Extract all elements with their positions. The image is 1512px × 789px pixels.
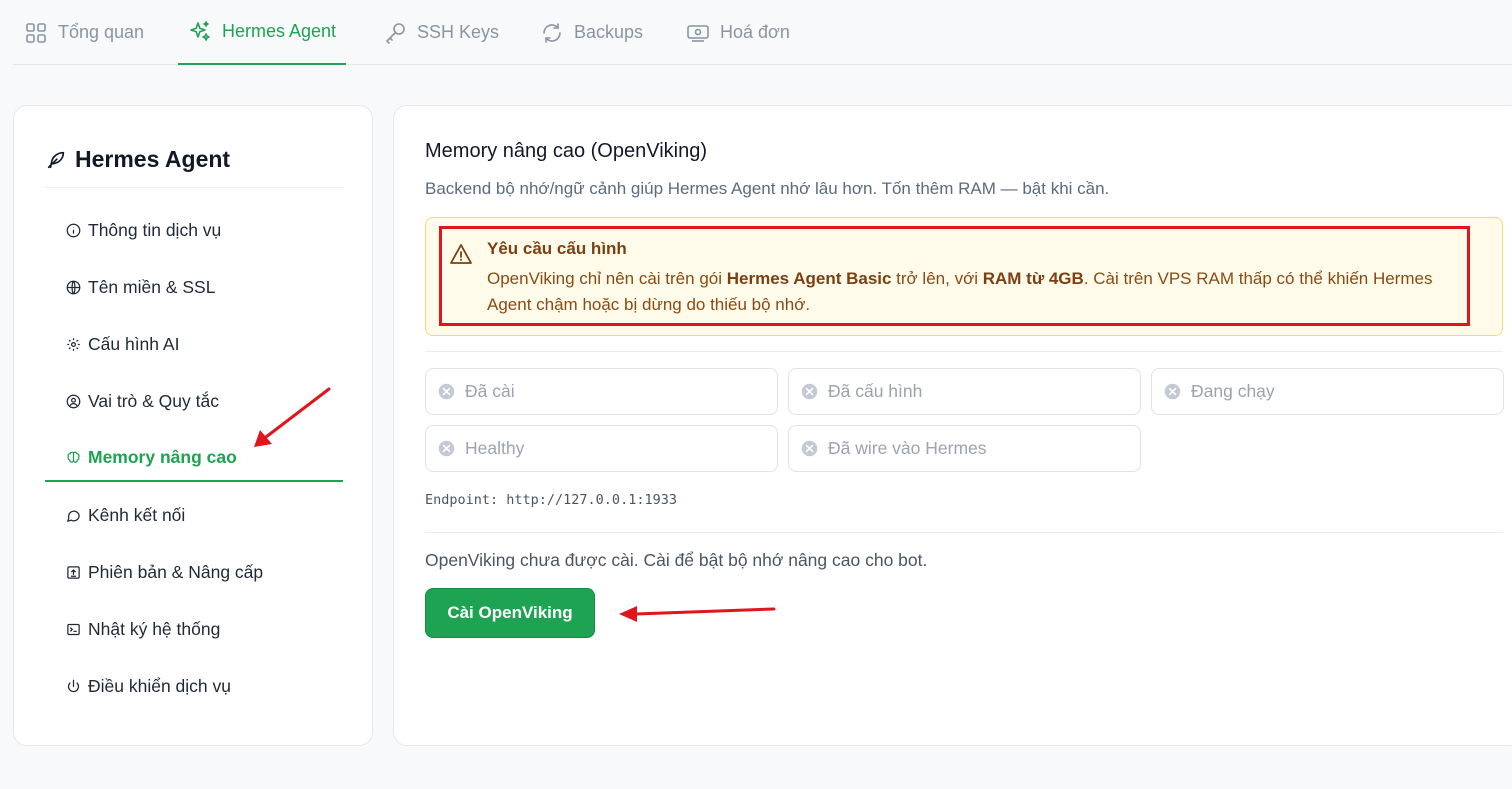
alert-text: trở lên, với (891, 269, 983, 288)
x-circle-icon (1164, 383, 1181, 400)
chip-label: Đã cấu hình (828, 381, 923, 401)
status-chip-wired: Đã wire vào Hermes (788, 425, 1141, 472)
sidebar-item-domain-ssl[interactable]: Tên miền & SSL (45, 263, 343, 311)
alert-plan-name: Hermes Agent Basic (726, 269, 892, 288)
top-tab-bar: Tổng quan Hermes Agent SSH Keys Backups … (13, 0, 1512, 65)
sidebar-item-label: Nhật ký hệ thống (88, 618, 221, 639)
sidebar: Hermes Agent Thông tin dịch vụ Tên miền … (13, 105, 373, 746)
key-icon (385, 22, 405, 44)
gear-icon (67, 337, 80, 351)
sidebar-title-text: Hermes Agent (75, 146, 231, 172)
sidebar-item-roles-rules[interactable]: Vai trò & Quy tắc (45, 377, 343, 425)
globe-icon (66, 280, 81, 294)
alert-text: OpenViking chỉ nên cài trên gói (487, 269, 727, 288)
tab-label: Hermes Agent (222, 21, 337, 41)
brain-icon (67, 451, 80, 463)
chip-label: Healthy (465, 438, 525, 458)
annotation-highlight-box: Yêu cầu cấu hình OpenViking chỉ nên cài … (439, 226, 1470, 326)
chip-label: Đã cài (465, 381, 515, 401)
page-title: Memory nâng cao (OpenViking) (425, 140, 707, 162)
terminal-icon (67, 623, 80, 635)
status-chip-configured: Đã cấu hình (788, 368, 1141, 415)
status-chip-installed: Đã cài (425, 368, 778, 415)
grid-icon (26, 22, 46, 43)
sidebar-item-label: Cấu hình AI (88, 333, 180, 354)
user-role-icon (66, 394, 81, 408)
sidebar-item-ai-config[interactable]: Cấu hình AI (45, 320, 343, 368)
sidebar-item-label: Điều khiển dịch vụ (88, 675, 231, 696)
info-icon (66, 223, 81, 237)
bill-icon (687, 24, 709, 42)
chip-label: Đang chạy (1191, 381, 1275, 401)
x-circle-icon (438, 440, 455, 457)
sidebar-item-memory[interactable]: Memory nâng cao (45, 434, 343, 482)
install-openviking-button[interactable]: Cài OpenViking (425, 588, 595, 638)
endpoint-text: Endpoint: http://127.0.0.1:1933 (425, 492, 677, 508)
chat-icon (66, 510, 80, 522)
tab-overview[interactable]: Tổng quan (24, 0, 144, 65)
sidebar-item-label: Vai trò & Quy tắc (88, 390, 219, 411)
memory-panel: Memory nâng cao (OpenViking) Backend bộ … (393, 105, 1512, 746)
power-icon (67, 679, 80, 692)
status-chip-running: Đang chạy (1151, 368, 1504, 415)
refresh-icon (543, 22, 561, 43)
divider (425, 532, 1503, 533)
x-circle-icon (801, 383, 818, 400)
feather-icon (47, 151, 65, 168)
sidebar-title: Hermes Agent (45, 136, 343, 188)
tab-hermes-agent[interactable]: Hermes Agent (178, 0, 347, 65)
x-circle-icon (438, 383, 455, 400)
tab-label: SSH Keys (417, 22, 500, 42)
sidebar-item-service-info[interactable]: Thông tin dịch vụ (45, 206, 343, 254)
sidebar-item-label: Memory nâng cao (88, 446, 237, 467)
alert-ram-requirement: RAM từ 4GB (982, 269, 1084, 288)
sidebar-item-system-log[interactable]: Nhật ký hệ thống (45, 605, 343, 653)
page-description: Backend bộ nhớ/ngữ cảnh giúp Hermes Agen… (425, 179, 1110, 198)
sidebar-item-version-upgrade[interactable]: Phiên bản & Nâng cấp (45, 548, 343, 596)
alert-title: Yêu cầu cấu hình (487, 239, 627, 258)
tab-label: Backups (574, 22, 644, 42)
requirement-alert: Yêu cầu cấu hình OpenViking chỉ nên cài … (425, 217, 1503, 336)
sidebar-item-label: Kênh kết nối (88, 504, 186, 525)
sparkles-icon (190, 20, 210, 41)
alert-body: OpenViking chỉ nên cài trên gói Hermes A… (487, 266, 1467, 318)
tab-backups[interactable]: Backups (540, 0, 643, 65)
tab-label: Tổng quan (58, 22, 145, 42)
divider (425, 351, 1503, 352)
tab-label: Hoá đơn (720, 22, 790, 42)
install-status-text: OpenViking chưa được cài. Cài để bật bộ … (425, 550, 928, 570)
chip-label: Đã wire vào Hermes (828, 438, 987, 458)
sidebar-item-label: Tên miền & SSL (88, 276, 216, 297)
tab-ssh-keys[interactable]: SSH Keys (383, 0, 499, 65)
upgrade-icon (67, 565, 80, 579)
x-circle-icon (801, 440, 818, 457)
tab-invoices[interactable]: Hoá đơn (686, 0, 790, 65)
sidebar-item-label: Phiên bản & Nâng cấp (88, 561, 264, 582)
sidebar-item-label: Thông tin dịch vụ (88, 219, 222, 240)
warning-icon (450, 244, 472, 264)
sidebar-item-channels[interactable]: Kênh kết nối (45, 491, 343, 539)
status-chip-healthy: Healthy (425, 425, 778, 472)
sidebar-item-service-control[interactable]: Điều khiển dịch vụ (45, 662, 343, 710)
